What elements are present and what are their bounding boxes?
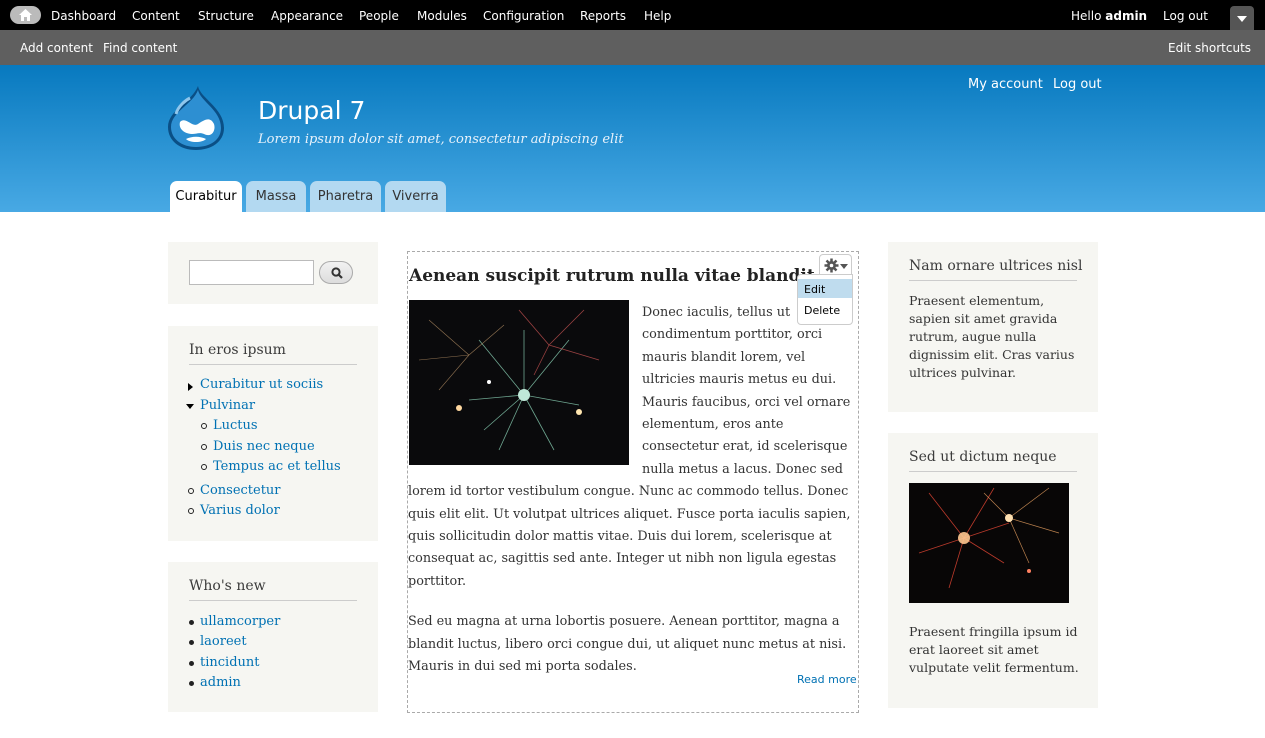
node-title[interactable]: Aenean suscipit rutrum nulla vitae bland… [409, 266, 815, 286]
bullet-icon [188, 508, 194, 514]
toolbar-structure[interactable]: Structure [198, 9, 254, 23]
shortcuts-toggle[interactable] [1230, 6, 1254, 30]
drupal-logo-icon[interactable] [166, 84, 226, 152]
toolbar-logout[interactable]: Log out [1163, 9, 1208, 23]
gear-icon [824, 258, 839, 273]
contextual-menu: Edit Delete [797, 274, 853, 325]
bullet-icon [201, 444, 207, 450]
tab-massa[interactable]: Massa [246, 181, 306, 212]
admin-toolbar: Dashboard Content Structure Appearance P… [0, 0, 1265, 30]
my-account-link[interactable]: My account [968, 77, 1043, 92]
bullet-icon [201, 464, 207, 470]
block-title: Nam ornare ultrices nisl [909, 258, 1083, 274]
menu-item[interactable]: Varius dolor [200, 503, 280, 518]
chevron-down-icon [840, 264, 848, 269]
contextual-edit-link[interactable]: Edit [798, 279, 852, 298]
menu-item[interactable]: Luctus [213, 418, 258, 433]
toolbar-configuration[interactable]: Configuration [483, 9, 564, 23]
tab-curabitur[interactable]: Curabitur [170, 181, 242, 212]
search-block [168, 242, 378, 304]
menu-item[interactable]: Consectetur [200, 483, 281, 498]
toolbar-dashboard[interactable]: Dashboard [51, 9, 116, 23]
home-button[interactable] [10, 6, 41, 24]
tab-pharetra[interactable]: Pharetra [310, 181, 381, 212]
contextual-links-button[interactable] [819, 254, 852, 275]
user-link[interactable]: ullamcorper [200, 614, 280, 629]
bullet-icon [188, 488, 194, 494]
menu-item[interactable]: Curabitur ut sociis [200, 377, 323, 392]
menu-block: In eros ipsum Curabitur ut sociis Pulvin… [168, 326, 378, 541]
toolbar-help[interactable]: Help [644, 9, 671, 23]
toolbar-reports[interactable]: Reports [580, 9, 626, 23]
home-icon [19, 9, 32, 21]
block-title: Sed ut dictum neque [909, 449, 1057, 465]
edit-shortcuts-link[interactable]: Edit shortcuts [1168, 41, 1251, 55]
bullet-icon [189, 620, 194, 625]
divider [909, 280, 1077, 281]
block-text: Praesent elementum, sapien sit amet grav… [909, 293, 1075, 380]
bullet-icon [201, 423, 207, 429]
divider [189, 600, 357, 601]
site-slogan: Lorem ipsum dolor sit amet, consectetur … [258, 132, 624, 147]
shortcut-find-content[interactable]: Find content [103, 41, 177, 55]
contextual-delete-link[interactable]: Delete [798, 300, 852, 319]
toolbar-appearance[interactable]: Appearance [271, 9, 343, 23]
site-name[interactable]: Drupal 7 [258, 96, 365, 125]
divider [909, 471, 1077, 472]
menu-item[interactable]: Tempus ac et tellus [213, 459, 341, 474]
fireworks-image [409, 300, 629, 465]
block-title: Who's new [189, 578, 266, 594]
user-greeting: Hello admin [1071, 9, 1147, 23]
node-article: Aenean suscipit rutrum nulla vitae bland… [407, 251, 859, 713]
shortcut-add-content[interactable]: Add content [20, 41, 93, 55]
bullet-icon [189, 681, 194, 686]
fireworks-image [909, 483, 1069, 603]
sidebar-text-block: Nam ornare ultrices nisl Praesent elemen… [888, 242, 1098, 412]
search-input[interactable] [189, 260, 314, 285]
bullet-icon [189, 640, 194, 645]
block-text: Praesent fringilla ipsum id erat laoreet… [909, 624, 1079, 675]
tab-viverra[interactable]: Viverra [385, 181, 446, 212]
toolbar-modules[interactable]: Modules [417, 9, 467, 23]
search-button[interactable] [319, 261, 353, 284]
sidebar-image-block: Sed ut dictum neque Praesent fringilla i… [888, 433, 1098, 708]
greeting-text: Hello [1071, 9, 1102, 23]
body-paragraph: Sed eu magna at urna lobortis posuere. A… [408, 614, 847, 675]
user-link[interactable]: laoreet [200, 634, 247, 649]
expanded-arrow-icon [186, 404, 194, 409]
menu-item[interactable]: Duis nec neque [213, 439, 315, 454]
toolbar-people[interactable]: People [359, 9, 399, 23]
toolbar-content[interactable]: Content [132, 9, 180, 23]
user-link[interactable]: tincidunt [200, 655, 259, 670]
header-logout-link[interactable]: Log out [1053, 77, 1102, 92]
whos-new-block: Who's new ullamcorper laoreet tincidunt … [168, 562, 378, 712]
shortcuts-bar: Add content Find content Edit shortcuts [0, 30, 1265, 65]
chevron-down-icon [1237, 16, 1247, 22]
username-link[interactable]: admin [1105, 9, 1147, 23]
menu-item[interactable]: Pulvinar [200, 398, 255, 413]
user-link[interactable]: admin [200, 675, 241, 690]
read-more-link[interactable]: Read more [797, 673, 857, 686]
site-header: Drupal 7 Lorem ipsum dolor sit amet, con… [0, 65, 1265, 212]
collapsed-arrow-icon [188, 383, 193, 391]
bullet-icon [189, 661, 194, 666]
search-icon [331, 267, 343, 279]
block-title: In eros ipsum [189, 342, 286, 358]
divider [189, 364, 357, 365]
